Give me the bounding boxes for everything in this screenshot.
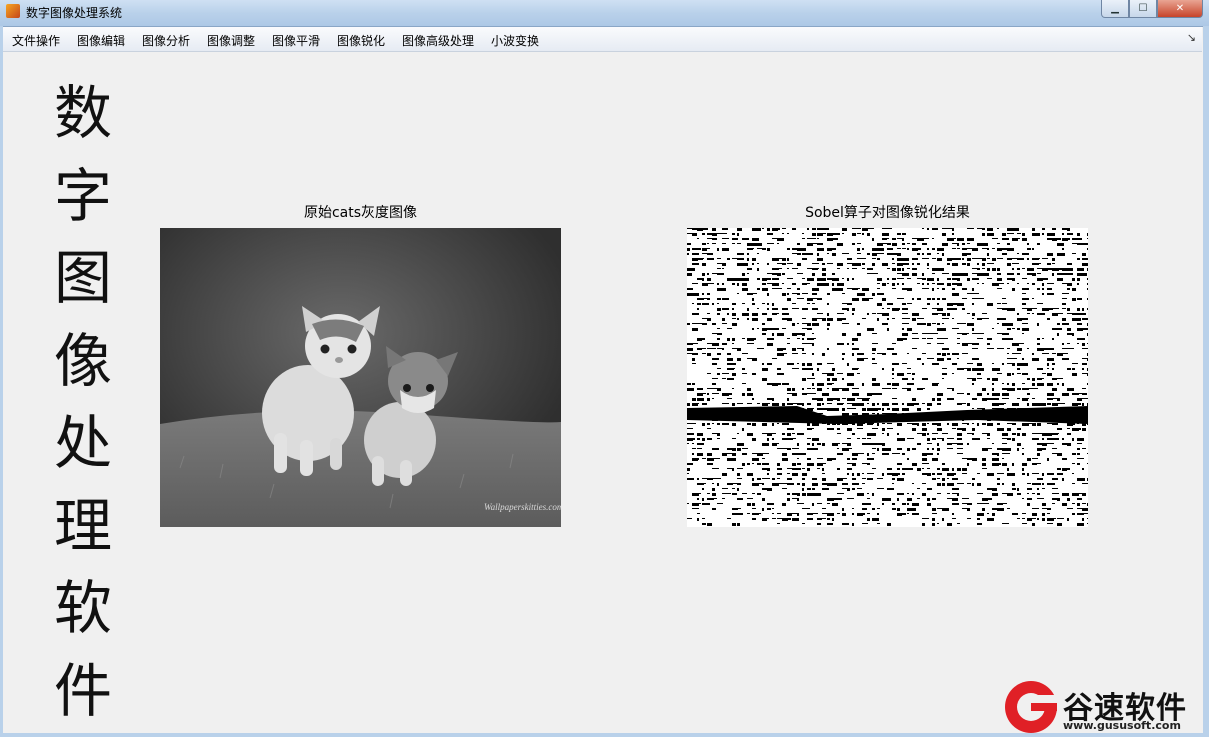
minimize-button[interactable]: ▁ [1101, 0, 1129, 18]
sobel-result-image [687, 228, 1088, 527]
window-title: 数字图像处理系统 [26, 6, 123, 20]
vertical-title: 数字图像处理软件 [53, 79, 112, 725]
image-watermark: Wallpaperskitties.com [484, 502, 561, 512]
window-frame-right [1203, 26, 1209, 737]
close-button[interactable]: ✕ [1157, 0, 1203, 18]
logo-url: www.gususoft.com [1063, 719, 1181, 732]
kittens-grayscale-image: Wallpaperskitties.com [160, 228, 561, 527]
menu-image-edit[interactable]: 图像编辑 [77, 32, 125, 49]
gususoft-logo: 谷速软件 www.gususoft.com [1005, 681, 1205, 733]
logo-g-icon [1005, 681, 1059, 733]
menu-bar: 文件操作 图像编辑 图像分析 图像调整 图像平滑 图像锐化 图像高级处理 小波变… [3, 27, 1202, 52]
original-image: Wallpaperskitties.com [160, 228, 561, 527]
window-controls: ▁ ☐ ✕ [1101, 0, 1203, 18]
menu-image-analysis[interactable]: 图像分析 [142, 32, 190, 49]
menu-image-smooth[interactable]: 图像平滑 [272, 32, 320, 49]
menu-image-adjust[interactable]: 图像调整 [207, 32, 255, 49]
sobel-edge-image [687, 228, 1088, 526]
title-bar: 数字图像处理系统 ▁ ☐ ✕ [0, 0, 1209, 27]
menu-image-advanced[interactable]: 图像高级处理 [402, 32, 474, 49]
maximize-button[interactable]: ☐ [1129, 0, 1157, 18]
matlab-icon [6, 4, 20, 18]
menu-wavelet[interactable]: 小波变换 [491, 32, 539, 49]
right-axes-title: Sobel算子对图像锐化结果 [805, 205, 970, 221]
left-axes-title: 原始cats灰度图像 [303, 205, 418, 221]
window-frame-left [0, 26, 3, 737]
menu-file[interactable]: 文件操作 [12, 32, 60, 49]
edge-texture [687, 228, 1088, 526]
toolbar-toggle-icon[interactable]: ↘ [1187, 31, 1196, 44]
window-frame-bottom [0, 733, 1209, 737]
menu-image-sharpen[interactable]: 图像锐化 [337, 32, 385, 49]
